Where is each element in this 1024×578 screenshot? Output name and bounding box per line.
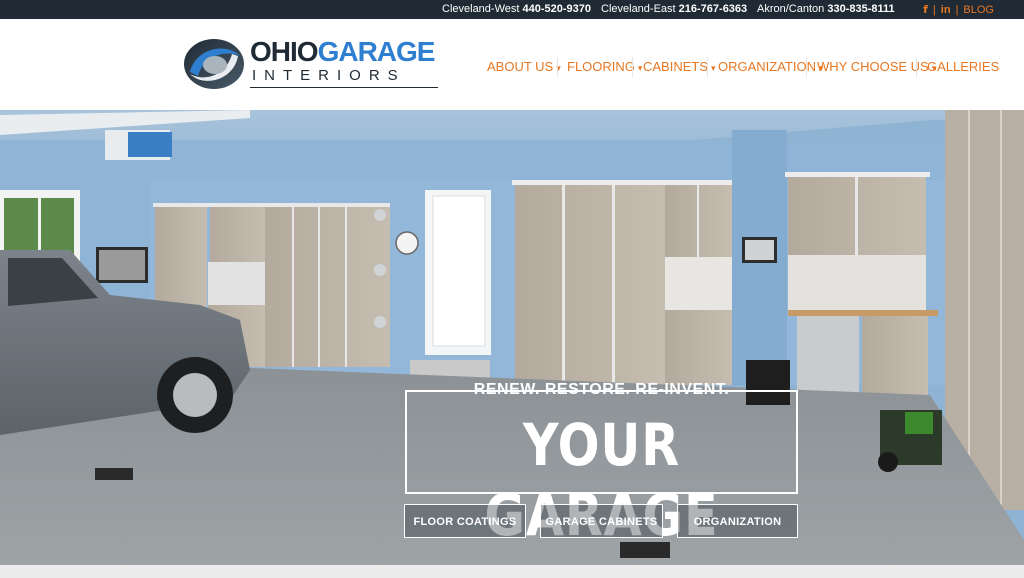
blog-link[interactable]: BLOG [963, 4, 994, 16]
caret-down-icon: ▾ [637, 63, 643, 73]
nav-divider [916, 57, 917, 77]
social-links: f | in | BLOG [923, 0, 994, 19]
location-name: Cleveland-West [442, 3, 520, 15]
facebook-icon[interactable]: f [923, 3, 928, 16]
hero-tagline: RENEW. RESTORE. RE-INVENT. [473, 381, 730, 398]
divider: | [932, 4, 936, 16]
location-akron-canton[interactable]: Akron/Canton 330-835-8111 [757, 0, 895, 19]
nav-divider [632, 57, 633, 77]
nav-divider [806, 57, 807, 77]
location-cleveland-east[interactable]: Cleveland-East 216-767-6363 [601, 0, 747, 19]
nav-organization[interactable]: ORGANIZATION ▾ [718, 57, 824, 77]
main-nav: ABOUT US ▾ FLOORING ▾ CABINETS ▾ ORGANIZATI… [0, 57, 1024, 77]
nav-cabinets[interactable]: CABINETS ▾ [643, 57, 716, 77]
location-cleveland-west[interactable]: Cleveland-West 440-520-9370 [442, 0, 591, 19]
location-phone[interactable]: 440-520-9370 [523, 3, 592, 15]
logo-underline [250, 87, 438, 88]
nav-galleries[interactable]: GALLERIES [927, 57, 999, 77]
location-phone[interactable]: 216-767-6363 [679, 3, 748, 15]
location-name: Cleveland-East [601, 3, 676, 15]
nav-divider [557, 57, 558, 77]
location-name: Akron/Canton [757, 3, 825, 15]
divider: | [955, 4, 959, 16]
caret-down-icon: ▾ [711, 63, 716, 73]
nav-about-us[interactable]: ABOUT US ▾ [487, 57, 561, 77]
floor-coatings-button[interactable]: FLOOR COATINGS [404, 504, 526, 538]
linkedin-icon[interactable]: in [941, 4, 951, 16]
location-phone[interactable]: 330-835-8111 [827, 3, 894, 15]
page-bottom-strip [0, 565, 1024, 578]
site-header: OHIOGARAGE INTERIORS ABOUT US ▾ FLOORING ▾… [0, 19, 1024, 110]
garage-cabinets-button[interactable]: GARAGE CABINETS [540, 504, 663, 538]
nav-why-choose-us[interactable]: WHY CHOOSE US ▾ [817, 57, 936, 77]
nav-divider [707, 57, 708, 77]
hero-title: YOUR GARAGE [484, 411, 719, 549]
top-bar: Cleveland-West 440-520-9370 Cleveland-Ea… [0, 0, 1024, 19]
organization-button[interactable]: ORGANIZATION [677, 504, 798, 538]
